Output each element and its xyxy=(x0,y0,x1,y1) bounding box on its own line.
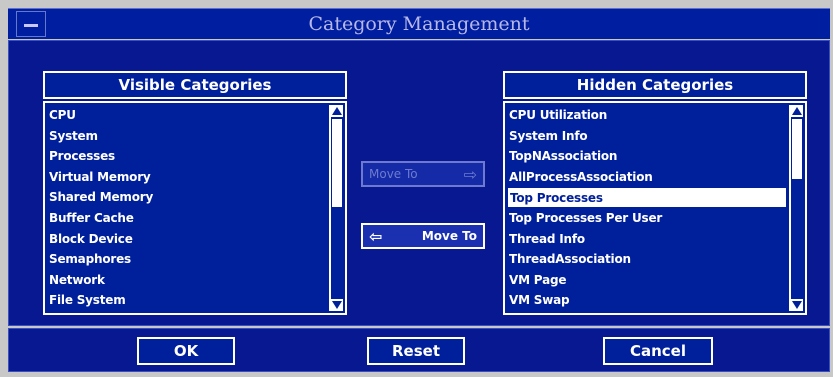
visible-category-list-item[interactable]: CPU xyxy=(47,105,327,126)
visible-categories-panel: Visible Categories CPU System Processes Vir… xyxy=(43,71,349,316)
visible-category-list-item[interactable]: Network xyxy=(47,270,327,291)
move-to-visible-label: Move To xyxy=(421,229,477,243)
hidden-list-scrollbar[interactable] xyxy=(789,105,803,311)
hidden-category-list-item[interactable]: VM Page xyxy=(507,270,787,291)
hidden-category-list-item[interactable]: TopNAssociation xyxy=(507,146,787,167)
hidden-category-list-item[interactable]: ThreadAssociation xyxy=(507,249,787,270)
hidden-category-list-item[interactable]: VM Swap xyxy=(507,290,787,311)
scroll-thumb[interactable] xyxy=(792,119,802,179)
title-bar: Category Management xyxy=(8,8,830,39)
category-management-dialog: Category Management Visible Categories C… xyxy=(0,0,833,377)
hidden-category-list-item[interactable]: Top Processes xyxy=(507,187,787,208)
visible-category-list-item[interactable]: Block Device xyxy=(47,229,327,250)
scroll-up-icon[interactable] xyxy=(331,105,343,117)
move-to-visible-button[interactable]: ⇦ Move To xyxy=(361,223,485,249)
reset-button[interactable]: Reset xyxy=(367,337,465,365)
visible-categories-header: Visible Categories xyxy=(43,71,347,99)
hidden-categories-list[interactable]: CPU Utilization System Info TopNAssociatio… xyxy=(503,101,807,315)
visible-category-list-item[interactable]: File System xyxy=(47,290,327,311)
hidden-category-list-item[interactable]: Top Processes Per User xyxy=(507,208,787,229)
visible-category-list-item[interactable]: Buffer Cache xyxy=(47,208,327,229)
scroll-down-icon[interactable] xyxy=(791,299,803,311)
hidden-categories-panel: Hidden Categories CPU Utilization System … xyxy=(503,71,809,316)
window-title: Category Management xyxy=(308,13,530,35)
hidden-categories-header: Hidden Categories xyxy=(503,71,807,99)
arrow-left-icon: ⇦ xyxy=(369,226,383,246)
scroll-up-icon[interactable] xyxy=(791,105,803,117)
scroll-down-icon[interactable] xyxy=(331,299,343,311)
button-bar: OK Reset Cancel xyxy=(8,328,830,372)
visible-category-list-item[interactable]: Virtual Memory xyxy=(47,167,327,188)
move-to-hidden-label: Move To xyxy=(369,167,418,181)
ok-button[interactable]: OK xyxy=(137,337,235,365)
hidden-category-list-item[interactable]: System Info xyxy=(507,126,787,147)
visible-category-list-item[interactable]: Processes xyxy=(47,146,327,167)
visible-list-scrollbar[interactable] xyxy=(329,105,343,311)
hidden-category-list-item[interactable]: Thread Info xyxy=(507,229,787,250)
dialog-body: Visible Categories CPU System Processes Vir… xyxy=(8,40,830,326)
visible-category-list-item[interactable]: Semaphores xyxy=(47,249,327,270)
arrow-right-icon: ⇨ xyxy=(463,164,477,184)
visible-category-list-item[interactable]: System xyxy=(47,126,327,147)
scroll-thumb[interactable] xyxy=(332,119,342,207)
visible-categories-list[interactable]: CPU System Processes Virtual Memory Shared M… xyxy=(43,101,347,315)
move-to-hidden-button[interactable]: Move To ⇨ xyxy=(361,161,485,187)
hidden-category-list-item[interactable]: CPU Utilization xyxy=(507,105,787,126)
visible-category-list-item[interactable]: Shared Memory xyxy=(47,187,327,208)
hidden-category-list-item[interactable]: AllProcessAssociation xyxy=(507,167,787,188)
cancel-button[interactable]: Cancel xyxy=(603,337,713,365)
